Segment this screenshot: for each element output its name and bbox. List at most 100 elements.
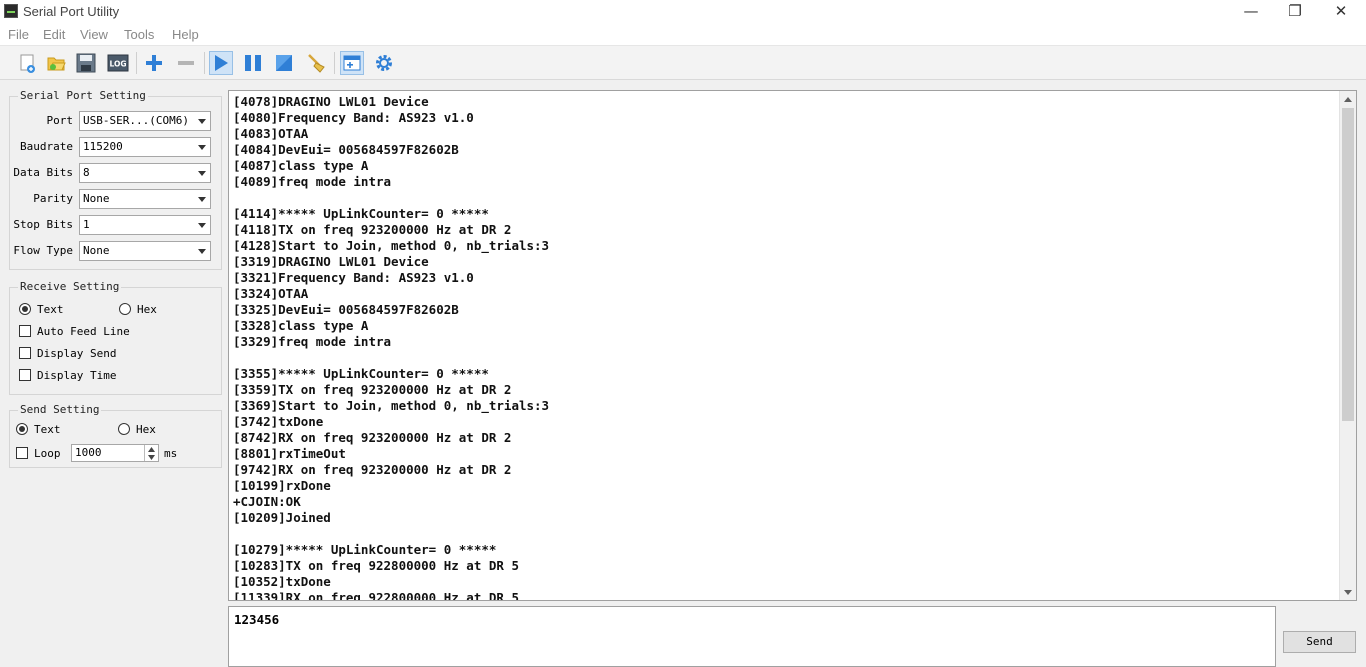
receive-hex-radio[interactable] — [119, 303, 131, 315]
log-line: [3325]DevEui= 005684597F82602B — [233, 302, 459, 317]
flow-type-value: None — [83, 244, 110, 257]
log-line: [3359]TX on freq 923200000 Hz at DR 2 — [233, 382, 512, 397]
baudrate-select[interactable]: 115200 — [79, 137, 211, 157]
send-hex-radio[interactable] — [118, 423, 130, 435]
stop-icon[interactable] — [272, 51, 296, 75]
chevron-down-icon — [198, 249, 206, 254]
new-icon[interactable] — [16, 51, 40, 75]
log-line: [4084]DevEui= 005684597F82602B — [233, 142, 459, 157]
send-text-label: Text — [34, 423, 61, 436]
log-line: [3369]Start to Join, method 0, nb_trials… — [233, 398, 550, 413]
log-line: [10209]Joined — [233, 510, 331, 525]
add-icon[interactable] — [142, 51, 166, 75]
receive-hex-label: Hex — [137, 303, 157, 316]
toolbar-separator — [334, 52, 335, 74]
data-bits-value: 8 — [83, 166, 90, 179]
menu-file[interactable]: File — [8, 27, 29, 42]
title-bar: Serial Port Utility — ❐ ✕ — [0, 0, 1366, 24]
receive-text-label: Text — [37, 303, 64, 316]
loop-checkbox[interactable] — [16, 447, 28, 459]
clear-icon[interactable] — [304, 51, 328, 75]
scroll-up-icon[interactable] — [1340, 91, 1356, 107]
menu-tools[interactable]: Tools — [124, 27, 154, 42]
open-icon[interactable] — [44, 51, 68, 75]
log-line: +CJOIN:OK — [233, 494, 301, 509]
send-setting-title: Send Setting — [18, 403, 102, 416]
log-icon-label: LOG — [109, 60, 126, 69]
parity-select[interactable]: None — [79, 189, 211, 209]
log-line: [3319]DRAGINO LWL01 Device — [233, 254, 429, 269]
app-icon — [4, 4, 18, 18]
auto-feed-line-label: Auto Feed Line — [37, 325, 130, 338]
chevron-down-icon — [198, 119, 206, 124]
display-time-label: Display Time — [37, 369, 117, 382]
restore-button[interactable]: ❐ — [1272, 0, 1318, 24]
menu-help[interactable]: Help — [172, 27, 199, 42]
settings-icon[interactable] — [372, 51, 396, 75]
receive-scrollbar[interactable] — [1339, 91, 1356, 600]
flow-type-select[interactable]: None — [79, 241, 211, 261]
log-line: [4118]TX on freq 923200000 Hz at DR 2 — [233, 222, 512, 237]
stop-bits-value: 1 — [83, 218, 90, 231]
log-line: [3328]class type A — [233, 318, 369, 333]
close-button[interactable]: ✕ — [1318, 0, 1364, 24]
log-line: [10199]rxDone — [233, 478, 331, 493]
toolbar-separator — [204, 52, 205, 74]
log-line: [4128]Start to Join, method 0, nb_trials… — [233, 238, 550, 253]
minimize-button[interactable]: — — [1228, 0, 1274, 24]
stop-bits-select[interactable]: 1 — [79, 215, 211, 235]
flow-type-label: Flow Type — [13, 244, 73, 257]
log-line: [3321]Frequency Band: AS923 v1.0 — [233, 270, 474, 285]
baudrate-value: 115200 — [83, 140, 123, 153]
data-bits-select[interactable]: 8 — [79, 163, 211, 183]
log-line: [11339]RX on freq 922800000 Hz at DR 5 — [233, 590, 519, 601]
chevron-down-icon — [198, 197, 206, 202]
log-line: [8742]RX on freq 923200000 Hz at DR 2 — [233, 430, 512, 445]
chevron-down-icon — [198, 223, 206, 228]
send-hex-label: Hex — [136, 423, 156, 436]
port-select[interactable]: USB-SER...(COM6) — [79, 111, 211, 131]
log-line: [4087]class type A — [233, 158, 369, 173]
play-icon[interactable] — [209, 51, 233, 75]
chevron-down-icon — [198, 171, 206, 176]
display-send-label: Display Send — [37, 347, 117, 360]
receive-text-radio[interactable] — [19, 303, 31, 315]
log-line: [10279]***** UpLinkCounter= 0 ***** — [233, 542, 497, 557]
layout-icon[interactable] — [340, 51, 364, 75]
remove-icon[interactable] — [174, 51, 198, 75]
port-label: Port — [46, 114, 74, 127]
scroll-thumb[interactable] — [1342, 108, 1354, 421]
parity-value: None — [83, 192, 110, 205]
send-input[interactable]: 123456 — [228, 606, 1276, 667]
send-text-radio[interactable] — [16, 423, 28, 435]
stepper-down-icon[interactable] — [144, 453, 158, 461]
window-title: Serial Port Utility — [23, 4, 120, 19]
menu-edit[interactable]: Edit — [43, 27, 65, 42]
receive-setting-title: Receive Setting — [18, 280, 122, 293]
log-line: [4080]Frequency Band: AS923 v1.0 — [233, 110, 474, 125]
log-icon[interactable]: LOG — [106, 51, 130, 75]
menu-view[interactable]: View — [80, 27, 108, 42]
toolbar-separator — [136, 52, 137, 74]
save-icon[interactable] — [74, 51, 98, 75]
log-line: [3324]OTAA — [233, 286, 309, 301]
receive-log: [4078]DRAGINO LWL01 Device [4080]Frequenc… — [233, 94, 1333, 601]
display-send-checkbox[interactable] — [19, 347, 31, 359]
stepper-up-icon[interactable] — [144, 445, 158, 453]
pause-icon[interactable] — [241, 51, 265, 75]
auto-feed-line-checkbox[interactable] — [19, 325, 31, 337]
log-line: [3355]***** UpLinkCounter= 0 ***** — [233, 366, 489, 381]
receive-output[interactable]: [4078]DRAGINO LWL01 Device [4080]Frequenc… — [228, 90, 1357, 601]
serial-port-setting-title: Serial Port Setting — [18, 89, 148, 102]
display-time-checkbox[interactable] — [19, 369, 31, 381]
log-line: [4083]OTAA — [233, 126, 309, 141]
port-value: USB-SER...(COM6) — [83, 114, 189, 127]
log-line: [10352]txDone — [233, 574, 331, 589]
menu-bar: File Edit View Tools Help — [0, 24, 1366, 46]
loop-label: Loop — [34, 447, 61, 460]
log-line: [10283]TX on freq 922800000 Hz at DR 5 — [233, 558, 519, 573]
send-button[interactable]: Send — [1283, 631, 1356, 653]
scroll-down-icon[interactable] — [1340, 584, 1356, 600]
loop-interval-stepper[interactable]: 1000 — [71, 444, 159, 462]
